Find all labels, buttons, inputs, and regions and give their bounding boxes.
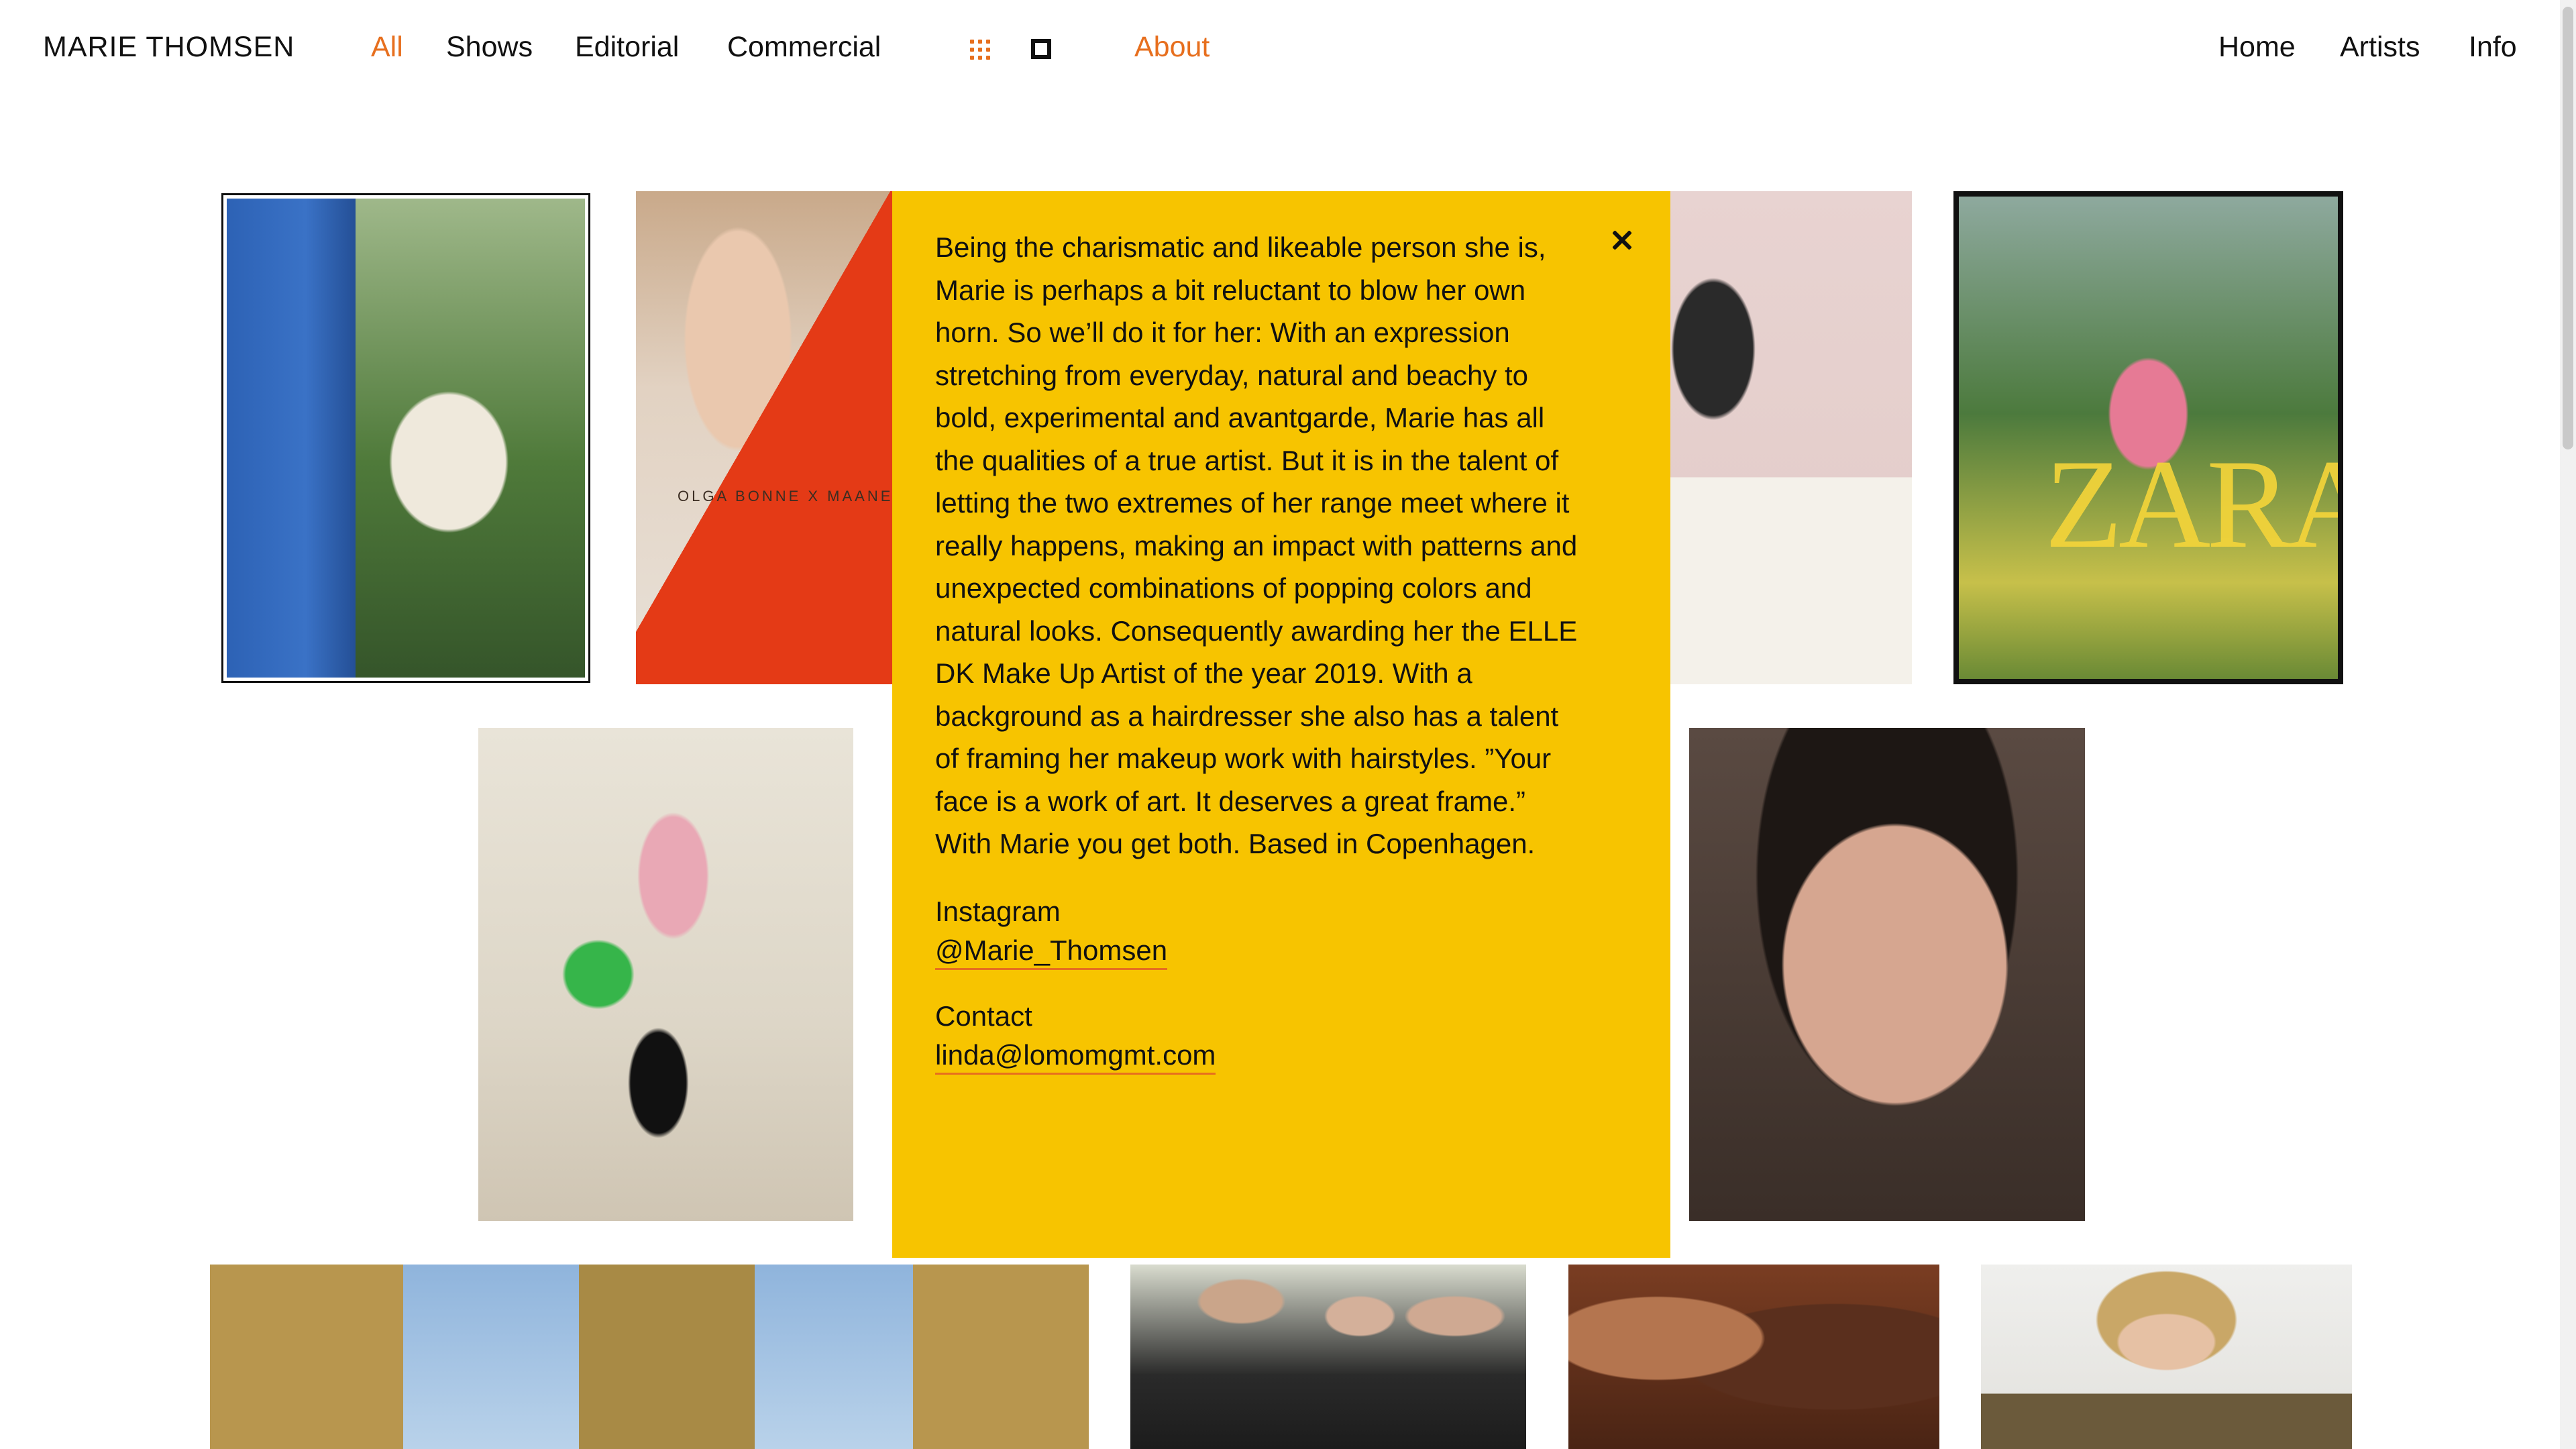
gallery-photo[interactable]: [1664, 191, 1912, 684]
nav-home[interactable]: Home: [2218, 31, 2296, 64]
campaign-caption: OLGA BONNE X MAANES: [678, 488, 904, 504]
nav-all[interactable]: All: [371, 31, 403, 64]
nav-shows[interactable]: Shows: [446, 31, 533, 64]
instagram-label: Instagram: [935, 895, 1061, 927]
contact-label: Contact: [935, 1000, 1032, 1032]
instagram-link[interactable]: @Marie_Thomsen: [935, 933, 1168, 970]
scrollbar[interactable]: [2560, 0, 2576, 1449]
gallery-photo[interactable]: [210, 1265, 1089, 1449]
site-title[interactable]: MARIE THOMSEN: [43, 31, 294, 64]
scrollbar-thumb[interactable]: [2563, 7, 2573, 449]
nav-about[interactable]: About: [1134, 31, 1210, 64]
close-icon[interactable]: [1607, 225, 1637, 255]
nav-artists[interactable]: Artists: [2340, 31, 2420, 64]
grid-view-icon[interactable]: [970, 40, 990, 60]
contact-email-link[interactable]: linda@lomomgmt.com: [935, 1038, 1216, 1075]
nav-editorial[interactable]: Editorial: [575, 31, 679, 64]
about-bio: Being the charismatic and likeable perso…: [935, 231, 1578, 859]
instagram-block: Instagram @Marie_Thomsen: [935, 892, 1627, 970]
single-view-icon[interactable]: [1031, 39, 1051, 59]
gallery-photo[interactable]: [221, 193, 590, 683]
gallery-photo[interactable]: [1981, 1265, 2352, 1449]
gallery-photo[interactable]: [478, 728, 853, 1221]
gallery-photo[interactable]: OLGA BONNE X MAANES: [636, 191, 904, 684]
nav-info[interactable]: Info: [2469, 31, 2517, 64]
about-panel: Being the charismatic and likeable perso…: [892, 191, 1670, 1258]
gallery-photo[interactable]: [1130, 1265, 1526, 1449]
gallery-photo[interactable]: [1689, 728, 2085, 1221]
brand-logo: ZARA: [2045, 434, 2343, 575]
gallery-photo[interactable]: [1568, 1265, 1939, 1449]
nav-commercial[interactable]: Commercial: [727, 31, 881, 64]
gallery-photo[interactable]: ZARA: [1953, 191, 2343, 684]
contact-block: Contact linda@lomomgmt.com: [935, 997, 1627, 1075]
